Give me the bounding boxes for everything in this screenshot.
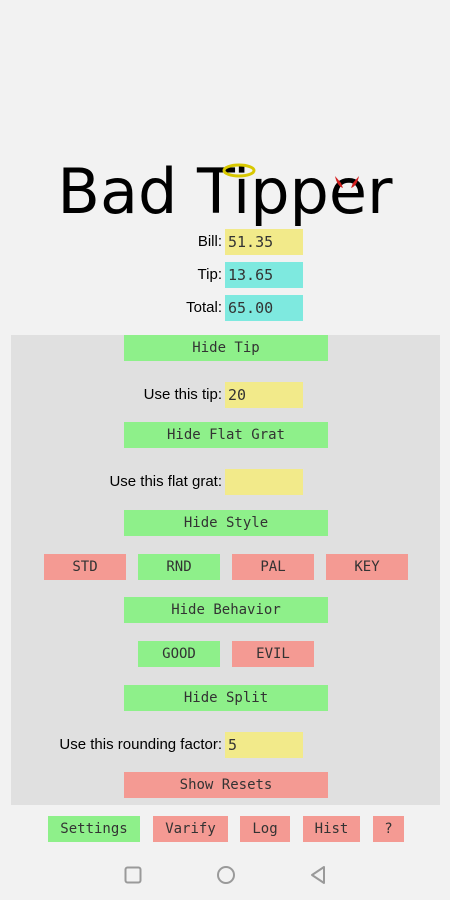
tip-label: Tip: — [197, 266, 222, 283]
bill-label: Bill: — [197, 233, 222, 250]
show-resets-button[interactable]: Show Resets — [124, 772, 328, 798]
behavior-good-button[interactable]: GOOD — [138, 641, 220, 667]
flat-grat-label: Use this flat grat: — [109, 473, 222, 490]
hide-behavior-button[interactable]: Hide Behavior — [124, 597, 328, 623]
hide-style-button[interactable]: Hide Style — [124, 510, 328, 536]
use-tip-label: Use this tip: — [143, 386, 222, 403]
hide-tip-button[interactable]: Hide Tip — [124, 335, 328, 361]
tip-field: 13.65 — [225, 262, 303, 288]
settings-button[interactable]: Settings — [48, 816, 140, 842]
system-nav-bar — [0, 848, 450, 900]
varify-button[interactable]: Varify — [153, 816, 228, 842]
rounding-factor-field[interactable]: 5 — [225, 732, 303, 758]
square-icon[interactable] — [124, 866, 142, 884]
use-tip-field[interactable]: 20 — [225, 382, 303, 408]
hist-button[interactable]: Hist — [303, 816, 360, 842]
style-key-button[interactable]: KEY — [326, 554, 408, 580]
halo-icon — [222, 163, 256, 178]
help-button[interactable]: ? — [373, 816, 404, 842]
triangle-back-icon[interactable] — [309, 865, 327, 885]
flat-grat-field[interactable] — [225, 469, 303, 495]
total-label: Total: — [186, 299, 222, 316]
style-rnd-button[interactable]: RND — [138, 554, 220, 580]
bill-field[interactable]: 51.35 — [225, 229, 303, 255]
behavior-evil-button[interactable]: EVIL — [232, 641, 314, 667]
style-std-button[interactable]: STD — [44, 554, 126, 580]
circle-icon[interactable] — [216, 865, 236, 885]
log-button[interactable]: Log — [240, 816, 290, 842]
hide-split-button[interactable]: Hide Split — [124, 685, 328, 711]
devil-horns-icon — [335, 176, 359, 188]
rounding-factor-label: Use this rounding factor: — [59, 736, 222, 753]
hide-flat-grat-button[interactable]: Hide Flat Grat — [124, 422, 328, 448]
total-field: 65.00 — [225, 295, 303, 321]
style-pal-button[interactable]: PAL — [232, 554, 314, 580]
